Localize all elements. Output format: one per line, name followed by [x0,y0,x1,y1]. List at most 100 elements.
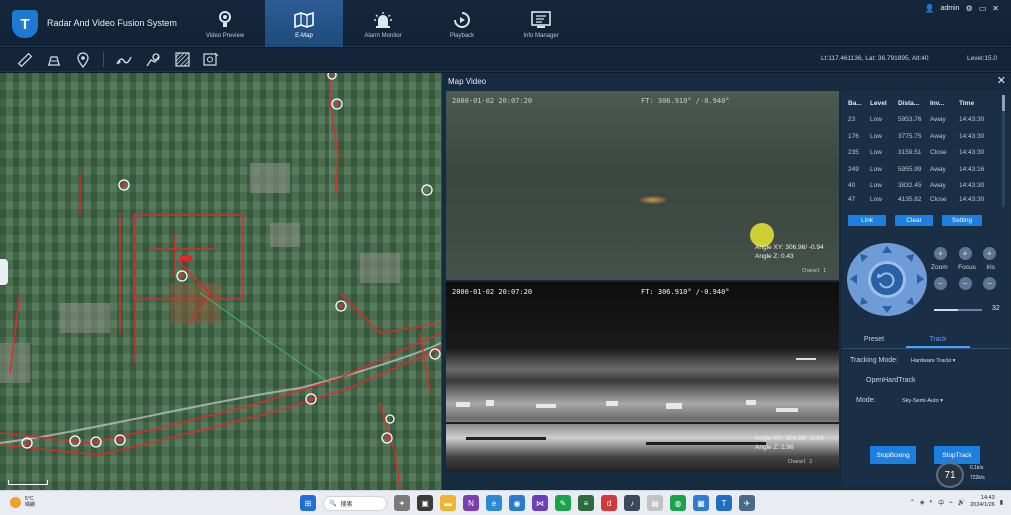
remote-app-icon[interactable]: ▦ [693,495,709,511]
username[interactable]: admin [940,5,959,12]
close-app-icon[interactable]: ✕ [992,4,999,13]
table-row[interactable]: 23 Low 5953.76 Away 14:43:30 [842,112,1002,129]
clear-button[interactable]: Clear [895,215,933,226]
tray-chevron-icon[interactable]: ⌃ [910,499,915,506]
table-scrollbar[interactable] [1002,95,1005,207]
file-explorer-icon[interactable]: ▬ [440,495,456,511]
network-icon[interactable]: ⌁ [949,499,953,506]
taskbar-clock[interactable]: 14:43 2024/1/26 [970,495,994,509]
chat-app-icon[interactable]: ✎ [555,495,571,511]
taskbar-search[interactable]: 🔍 搜索 [323,495,387,511]
weather-widget[interactable]: 5°C 晴朗 [10,496,35,508]
map-coordinates: Lt:117.461136, Lat: 36.791895, Alt:40 [821,55,929,62]
iris-close-icon[interactable]: − [983,277,996,290]
col-header[interactable]: Level [866,100,895,107]
tracking-mode-select[interactable]: Hardware Tracki ▾ [911,358,955,364]
eagle-app-icon[interactable]: ✦ [394,495,410,511]
notification-icon[interactable]: ▮ [1000,499,1003,506]
nav-info-manager[interactable]: Info Manager [502,0,580,47]
ruler-icon[interactable] [16,51,34,68]
video-ft: FT: 306.910° /-0.940° [641,288,730,296]
network-widget[interactable]: 71 0.1k/s 722k/s [934,459,1010,489]
task-view-icon[interactable]: ▣ [417,495,433,511]
onenote-icon[interactable]: N [463,495,479,511]
open-hard-track[interactable]: OpenHardTrack [866,377,916,384]
speed-value: 32 [992,305,1000,312]
focus-far-icon[interactable]: − [958,277,972,290]
table-row[interactable]: 176 Low 3775.75 Away 14:43:30 [842,128,1002,145]
cell: 249 [848,165,859,173]
video-channel-1[interactable]: 2000-01-02 20:07:20 FT: 306.910° /-0.940… [446,91,839,280]
mode-tabs: Preset Track [842,331,1010,349]
doc-app-icon[interactable]: ▤ [647,495,663,511]
upload-speed: 0.1k/s [970,465,984,471]
tab-preset[interactable]: Preset [842,331,906,348]
radar-device-icon[interactable] [45,51,63,68]
map-collapse-handle[interactable] [0,259,8,285]
track-line-icon[interactable] [115,51,133,68]
wechat-icon[interactable]: ◍ [670,495,686,511]
angle-readout: Angle XY: 306.96/ -0.94 Angle Z: 2.96 [755,434,824,452]
zoom-out-icon[interactable]: − [934,277,947,290]
mode-select[interactable]: Sky-Semi-Auto ▾ [902,398,943,404]
radar-app-icon[interactable]: T [716,495,732,511]
zoom-in-icon[interactable]: + [934,247,947,260]
area-pin-icon[interactable] [144,51,162,68]
cell: Away [930,182,946,190]
windows-start-icon[interactable]: ⊞ [300,495,316,511]
grid-zone-icon[interactable] [173,51,191,68]
setting-button[interactable]: Setting [942,215,982,226]
volume-icon[interactable]: 🔊 [958,499,965,506]
map-level: Level:15.0 [967,55,997,62]
tab-track[interactable]: Track [906,331,970,348]
dingtalk-icon[interactable]: d [601,495,617,511]
user-icon: 👤 [924,4,935,13]
weather-text: 5°C 晴朗 [25,496,35,508]
ptz-center-button[interactable] [868,261,906,298]
nav-e-map[interactable]: E-Map [265,0,343,47]
security-tray-icon[interactable]: ◈ [920,499,925,506]
app-tray-icon[interactable]: ◐ [929,499,933,505]
nav-alarm-monitor[interactable]: Alarm Monitor [344,0,422,47]
scrollbar-thumb[interactable] [1002,95,1005,111]
mode-value: Sky-Semi-Auto [902,398,939,404]
browser-icon[interactable]: ◉ [509,495,525,511]
ptz-speed-slider[interactable]: 32 [934,305,1008,315]
music-app-icon[interactable]: ♪ [624,495,640,511]
col-header[interactable]: Ba... [842,100,866,107]
gear-icon[interactable]: ⚙ [966,4,973,13]
focus-near-icon[interactable]: + [958,247,972,260]
table-row[interactable]: 40 Low 3832.45 Away 14:43:30 [842,178,1002,195]
toolbar-divider [103,52,104,67]
stop-boxing-button[interactable]: StopBoxing [870,446,916,464]
col-header[interactable]: Dista... [895,100,927,107]
nav-playback[interactable]: Playback [423,0,501,47]
ptz-direction-pad[interactable] [847,243,927,316]
col-header[interactable]: Time [955,100,995,107]
window-icon[interactable]: ▭ [979,4,987,13]
close-icon[interactable]: ✕ [997,74,1006,87]
main-nav: Video Preview E-Map Alarm Monitor Playba… [186,0,581,47]
table-row[interactable]: 249 Low 5955.99 Away 14:43:16 [842,161,1002,178]
angle-readout: Angle XY: 306.96/ -0.94 Angle Z: 0.43 [755,243,824,261]
ime-icon[interactable]: 中 [938,498,944,507]
edge-icon[interactable]: e [486,495,502,511]
visual-studio-icon[interactable]: ⋈ [532,495,548,511]
col-header[interactable]: Inv... [927,100,955,107]
location-pin-icon[interactable] [74,51,92,68]
iris-open-icon[interactable]: + [983,247,996,260]
camera-zone-icon[interactable] [202,51,220,68]
tool-app-icon[interactable]: ✈ [739,495,755,511]
link-button[interactable]: Link [848,215,886,226]
satellite-map[interactable] [0,73,441,490]
cell: 14:43:30 [959,116,985,124]
nav-label: Info Manager [523,33,559,39]
control-column: Ba... Level Dista... Inv... Time 23 Low 59… [842,91,1010,486]
table-row[interactable]: 235 Low 3159.51 Close 14:43:30 [842,145,1002,162]
notes-app-icon[interactable]: ≡ [578,495,594,511]
search-placeholder: 搜索 [340,501,353,508]
cell: 47 [848,195,856,203]
video-channel-2[interactable]: 2000-01-02 20:07:20 FT: 306.910° /-0.940… [446,282,839,472]
table-row[interactable]: 47 Low 4135.82 Close 14:43:30 [842,194,1002,204]
nav-video-preview[interactable]: Video Preview [186,0,264,47]
